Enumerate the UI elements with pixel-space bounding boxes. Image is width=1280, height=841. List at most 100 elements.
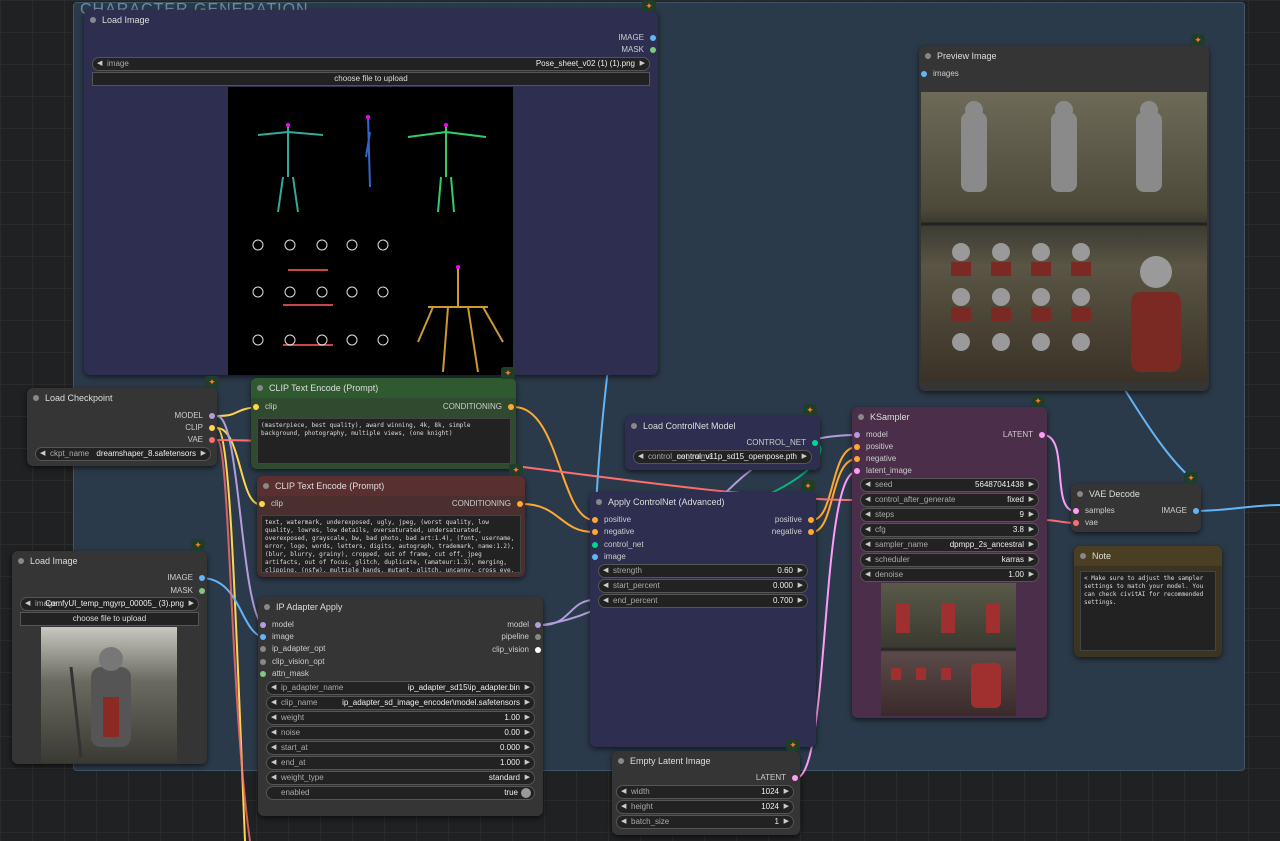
image-select[interactable]: ◀ image ComfyUI_temp_mgyrp_00005_ (3).pn… (20, 597, 199, 611)
arrow-right-icon[interactable]: ▶ (1029, 494, 1034, 506)
arrow-right-icon[interactable]: ▶ (201, 448, 206, 460)
arrow-right-icon[interactable]: ▶ (525, 757, 530, 769)
arrow-left-icon[interactable]: ◀ (865, 509, 870, 521)
output-conditioning[interactable]: CONDITIONING (443, 401, 516, 413)
arrow-right-icon[interactable]: ▶ (798, 580, 803, 592)
node-title[interactable]: Note (1074, 546, 1222, 566)
input-clip[interactable]: clip (251, 401, 277, 413)
ckpt-name-select[interactable]: ◀ ckpt_name dreamshaper_8.safetensors ▶ (35, 447, 211, 461)
batch-size-input[interactable]: ◀ batch_size 1 ▶ (616, 815, 794, 829)
output-image[interactable]: IMAGE (618, 32, 658, 44)
preview-image-node[interactable]: Preview Image images (919, 46, 1209, 391)
arrow-right-icon[interactable]: ▶ (1029, 509, 1034, 521)
cfg-input[interactable]: ◀ cfg 3.8 ▶ (860, 523, 1039, 537)
denoise-slider[interactable]: ◀ denoise 1.00 ▶ (860, 568, 1039, 582)
output-negative[interactable]: negative (772, 526, 816, 538)
seed-input[interactable]: ◀ seed 56487041438 ▶ (860, 478, 1039, 492)
prompt-textarea[interactable]: (masterpiece, best quality), award winni… (257, 418, 511, 464)
control-after-generate-select[interactable]: ◀ control_after_generate fixed ▶ (860, 493, 1039, 507)
arrow-right-icon[interactable]: ▶ (1029, 479, 1034, 491)
arrow-left-icon[interactable]: ◀ (271, 712, 276, 724)
input-model[interactable]: model (258, 619, 294, 631)
arrow-right-icon[interactable]: ▶ (798, 565, 803, 577)
weight-type-select[interactable]: ◀ weight_type standard ▶ (266, 771, 535, 785)
node-title[interactable]: CLIP Text Encode (Prompt) (257, 476, 525, 496)
image-select[interactable]: ◀ image Pose_sheet_v02 (1) (1).png ▶ (92, 57, 650, 71)
input-positive[interactable]: positive (590, 514, 631, 526)
input-ip-adapter-opt[interactable]: ip_adapter_opt (258, 643, 325, 655)
arrow-left-icon[interactable]: ◀ (621, 786, 626, 798)
clip-name-select[interactable]: ◀ clip_name ip_adapter_sd_image_encoder\mo… (266, 696, 535, 710)
arrow-right-icon[interactable]: ▶ (525, 712, 530, 724)
arrow-right-icon[interactable]: ▶ (525, 727, 530, 739)
arrow-right-icon[interactable]: ▶ (525, 742, 530, 754)
output-model[interactable]: MODEL (175, 410, 217, 422)
input-negative[interactable]: negative (852, 453, 896, 465)
arrow-right-icon[interactable]: ▶ (525, 772, 530, 784)
input-image[interactable]: image (590, 551, 626, 563)
input-samples[interactable]: samples (1071, 505, 1115, 517)
upload-button[interactable]: choose file to upload (20, 612, 199, 626)
arrow-left-icon[interactable]: ◀ (865, 479, 870, 491)
arrow-left-icon[interactable]: ◀ (865, 524, 870, 536)
output-model[interactable]: model (507, 619, 543, 631)
node-title[interactable]: CLIP Text Encode (Prompt) (251, 378, 516, 398)
arrow-right-icon[interactable]: ▶ (784, 801, 789, 813)
clip-text-encode-positive-node[interactable]: CLIP Text Encode (Prompt) clip CONDITION… (251, 378, 516, 469)
input-vae[interactable]: vae (1071, 517, 1098, 529)
input-clip-vision-opt[interactable]: clip_vision_opt (258, 656, 324, 668)
start-percent-slider[interactable]: ◀ start_percent 0.000 ▶ (598, 579, 808, 593)
output-pipeline[interactable]: pipeline (501, 631, 543, 643)
arrow-left-icon[interactable]: ◀ (638, 451, 643, 463)
vae-decode-node[interactable]: VAE Decode samples vae IMAGE (1071, 484, 1201, 532)
arrow-left-icon[interactable]: ◀ (271, 772, 276, 784)
start-at-slider[interactable]: ◀ start_at 0.000 ▶ (266, 741, 535, 755)
arrow-left-icon[interactable]: ◀ (865, 569, 870, 581)
height-input[interactable]: ◀ height 1024 ▶ (616, 800, 794, 814)
arrow-right-icon[interactable]: ▶ (784, 786, 789, 798)
arrow-left-icon[interactable]: ◀ (271, 757, 276, 769)
output-latent[interactable]: LATENT (756, 772, 800, 784)
output-image[interactable]: IMAGE (167, 572, 207, 584)
end-at-slider[interactable]: ◀ end_at 1.000 ▶ (266, 756, 535, 770)
node-title[interactable]: Load Image (12, 551, 207, 571)
load-checkpoint-node[interactable]: Load Checkpoint MODEL CLIP VAE ◀ ckpt_na… (27, 388, 217, 466)
arrow-left-icon[interactable]: ◀ (603, 595, 608, 607)
end-percent-slider[interactable]: ◀ end_percent 0.700 ▶ (598, 594, 808, 608)
arrow-left-icon[interactable]: ◀ (865, 539, 870, 551)
ip-adapter-apply-node[interactable]: IP Adapter Apply model image ip_adapter_… (258, 597, 543, 816)
output-control-net[interactable]: CONTROL_NET (746, 437, 820, 449)
node-title[interactable]: Empty Latent Image (612, 751, 800, 771)
arrow-left-icon[interactable]: ◀ (271, 697, 276, 709)
input-negative[interactable]: negative (590, 526, 634, 538)
note-textarea[interactable]: < Make sure to adjust the sampler settin… (1080, 571, 1216, 651)
arrow-left-icon[interactable]: ◀ (621, 801, 626, 813)
node-title[interactable]: Load ControlNet Model (625, 416, 820, 436)
node-title[interactable]: Load Image (84, 10, 658, 30)
control-net-name-select[interactable]: ◀ control_net_name control_v11p_sd15_ope… (633, 450, 812, 464)
node-title[interactable]: Preview Image (919, 46, 1209, 66)
output-image[interactable]: IMAGE (1161, 505, 1201, 517)
note-node[interactable]: Note < Make sure to adjust the sampler s… (1074, 546, 1222, 657)
input-control-net[interactable]: control_net (590, 539, 644, 551)
load-controlnet-node[interactable]: Load ControlNet Model CONTROL_NET ◀ cont… (625, 416, 820, 470)
arrow-left-icon[interactable]: ◀ (271, 727, 276, 739)
node-title[interactable]: IP Adapter Apply (258, 597, 543, 617)
arrow-right-icon[interactable]: ▶ (640, 58, 645, 70)
ksampler-node[interactable]: KSampler model positive negative latent_… (852, 407, 1047, 718)
output-vae[interactable]: VAE (188, 434, 217, 446)
input-clip[interactable]: clip (257, 498, 283, 510)
load-image-node-top[interactable]: Load Image IMAGE MASK ◀ image Pose_sheet… (84, 10, 658, 375)
input-attn-mask[interactable]: attn_mask (258, 668, 309, 680)
upload-button[interactable]: choose file to upload (92, 72, 650, 86)
output-latent[interactable]: LATENT (1003, 429, 1047, 441)
width-input[interactable]: ◀ width 1024 ▶ (616, 785, 794, 799)
steps-input[interactable]: ◀ steps 9 ▶ (860, 508, 1039, 522)
input-images[interactable]: images (919, 68, 959, 80)
arrow-left-icon[interactable]: ◀ (40, 448, 45, 460)
arrow-left-icon[interactable]: ◀ (97, 58, 102, 70)
arrow-left-icon[interactable]: ◀ (271, 682, 276, 694)
arrow-right-icon[interactable]: ▶ (1029, 524, 1034, 536)
arrow-right-icon[interactable]: ▶ (189, 598, 194, 610)
arrow-left-icon[interactable]: ◀ (865, 554, 870, 566)
